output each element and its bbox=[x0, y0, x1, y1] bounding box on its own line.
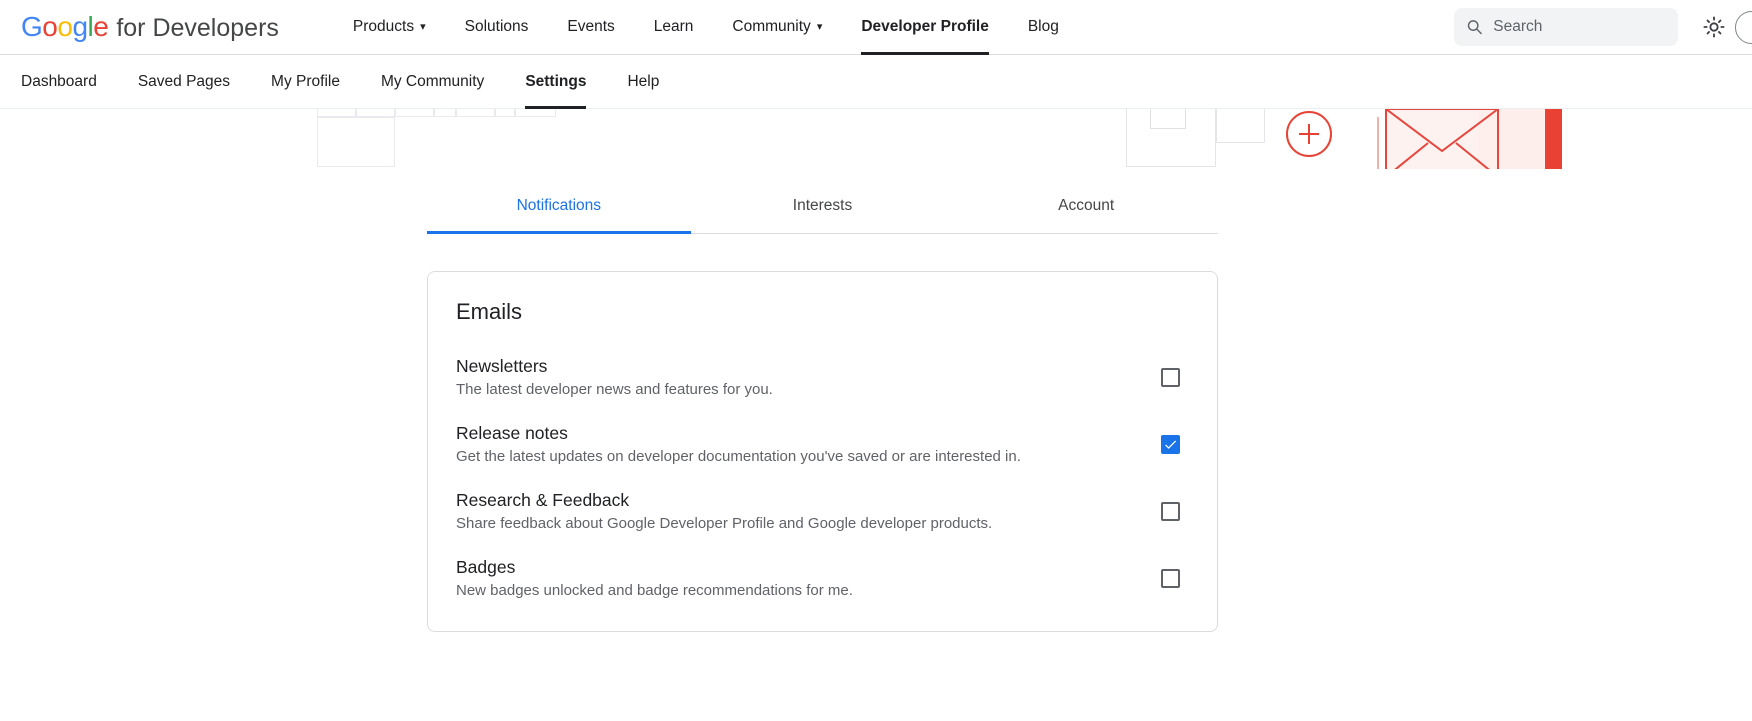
email-setting-title: Research & Feedback bbox=[456, 489, 992, 512]
decor-grid-square bbox=[495, 109, 515, 117]
card-title: Emails bbox=[456, 300, 1180, 324]
decor-grid-square bbox=[395, 109, 434, 117]
tab-interests[interactable]: Interests bbox=[691, 182, 955, 234]
email-setting-description: New badges unlocked and badge recommenda… bbox=[456, 581, 853, 601]
chevron-down-icon: ▾ bbox=[420, 22, 426, 33]
subnav-settings[interactable]: Settings bbox=[525, 55, 586, 109]
email-setting-title: Newsletters bbox=[456, 355, 773, 378]
search-icon bbox=[1466, 17, 1483, 37]
decor-grid-square bbox=[515, 109, 556, 117]
decor-doc-outline bbox=[1216, 109, 1265, 143]
email-setting-text: Newsletters The latest developer news an… bbox=[456, 355, 773, 400]
email-setting-description: Get the latest updates on developer docu… bbox=[456, 447, 1021, 467]
top-header: Google for Developers Products ▾ Solutio… bbox=[0, 0, 1752, 55]
email-setting-title: Release notes bbox=[456, 422, 1021, 445]
email-setting-row: Research & Feedback Share feedback about… bbox=[456, 489, 1180, 534]
newsletters-checkbox[interactable] bbox=[1161, 368, 1180, 387]
subnav-my-community[interactable]: My Community bbox=[381, 55, 484, 109]
add-circle-icon bbox=[1286, 111, 1332, 157]
profile-subnav: Dashboard Saved Pages My Profile My Comm… bbox=[0, 55, 1752, 109]
nav-learn[interactable]: Learn bbox=[654, 0, 694, 55]
subnav-dashboard[interactable]: Dashboard bbox=[21, 55, 97, 109]
subnav-my-profile[interactable]: My Profile bbox=[271, 55, 340, 109]
nav-label: Products bbox=[353, 18, 414, 36]
email-setting-text: Release notes Get the latest updates on … bbox=[456, 422, 1021, 467]
nav-solutions[interactable]: Solutions bbox=[465, 0, 529, 55]
decor-grid-square bbox=[434, 109, 456, 117]
decorative-banner bbox=[0, 109, 1752, 169]
google-wordmark: Google bbox=[21, 11, 108, 43]
logo-letter: o bbox=[57, 11, 72, 42]
decor-grid-square bbox=[317, 109, 356, 117]
nav-community[interactable]: Community ▾ bbox=[732, 0, 822, 55]
tab-notifications[interactable]: Notifications bbox=[427, 182, 691, 234]
sun-icon bbox=[1703, 16, 1725, 38]
decor-grid-square bbox=[456, 109, 495, 117]
decor-grid-square bbox=[356, 109, 395, 117]
logo-suffix: for Developers bbox=[116, 14, 279, 43]
email-setting-row: Newsletters The latest developer news an… bbox=[456, 355, 1180, 400]
email-setting-description: The latest developer news and features f… bbox=[456, 380, 773, 400]
user-avatar[interactable] bbox=[1735, 11, 1752, 44]
logo-letter: g bbox=[72, 11, 87, 42]
nav-developer-profile[interactable]: Developer Profile bbox=[861, 0, 989, 55]
research-feedback-checkbox[interactable] bbox=[1161, 502, 1180, 521]
primary-nav: Products ▾ Solutions Events Learn Commun… bbox=[353, 0, 1098, 55]
decor-grid-square bbox=[317, 117, 395, 167]
release-notes-checkbox[interactable] bbox=[1161, 435, 1180, 454]
tab-account[interactable]: Account bbox=[954, 182, 1218, 234]
email-setting-title: Badges bbox=[456, 556, 853, 579]
decor-doc-page bbox=[1150, 109, 1186, 129]
settings-tabs: Notifications Interests Account bbox=[427, 182, 1218, 234]
envelope-icon bbox=[1372, 109, 1508, 169]
theme-toggle-button[interactable] bbox=[1700, 13, 1728, 41]
search-input[interactable] bbox=[1493, 18, 1666, 36]
red-accent-bar bbox=[1545, 109, 1562, 169]
settings-content: Notifications Interests Account Emails N… bbox=[427, 182, 1218, 632]
logo-letter: o bbox=[42, 11, 57, 42]
badges-checkbox[interactable] bbox=[1161, 569, 1180, 588]
check-icon bbox=[1163, 437, 1178, 452]
nav-blog[interactable]: Blog bbox=[1028, 0, 1059, 55]
logo-letter: G bbox=[21, 11, 42, 42]
logo-letter: e bbox=[93, 11, 108, 42]
subnav-help[interactable]: Help bbox=[627, 55, 659, 109]
chevron-down-icon: ▾ bbox=[817, 22, 823, 33]
email-setting-text: Research & Feedback Share feedback about… bbox=[456, 489, 992, 534]
emails-card: Emails Newsletters The latest developer … bbox=[427, 271, 1218, 632]
subnav-saved-pages[interactable]: Saved Pages bbox=[138, 55, 230, 109]
email-setting-description: Share feedback about Google Developer Pr… bbox=[456, 514, 992, 534]
email-setting-text: Badges New badges unlocked and badge rec… bbox=[456, 556, 853, 601]
email-setting-row: Release notes Get the latest updates on … bbox=[456, 422, 1180, 467]
search-box[interactable] bbox=[1454, 8, 1678, 46]
nav-label: Community bbox=[732, 18, 810, 36]
nav-products[interactable]: Products ▾ bbox=[353, 0, 426, 55]
nav-events[interactable]: Events bbox=[567, 0, 614, 55]
email-setting-row: Badges New badges unlocked and badge rec… bbox=[456, 556, 1180, 601]
google-for-developers-logo[interactable]: Google for Developers bbox=[21, 11, 279, 43]
